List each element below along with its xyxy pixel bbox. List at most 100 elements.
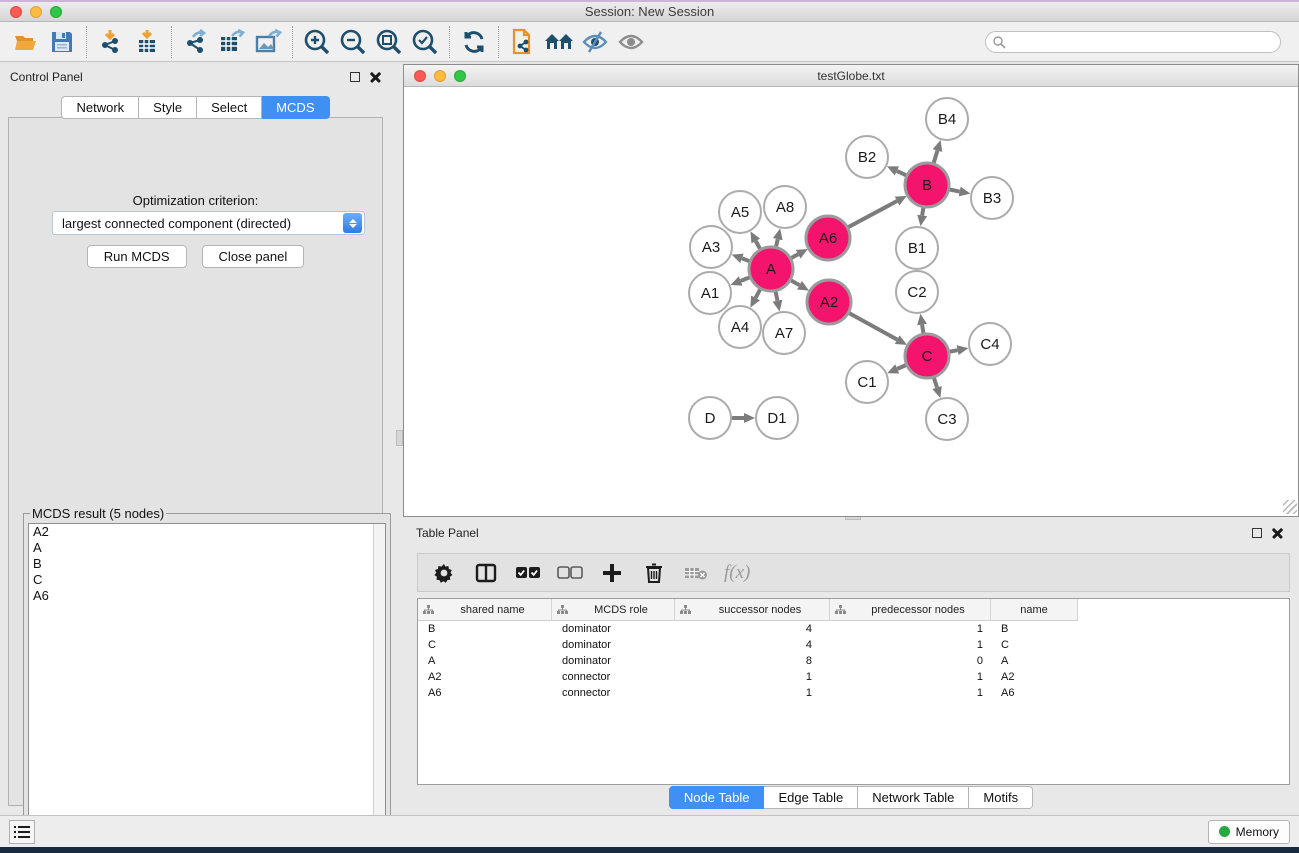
column-header-MCDS-role[interactable]: MCDS role	[552, 599, 675, 621]
tab-style[interactable]: Style	[139, 96, 197, 119]
edge-C-C2[interactable]	[922, 325, 923, 334]
first-neighbors-button[interactable]	[541, 25, 577, 59]
node-A8[interactable]: A8	[764, 186, 806, 228]
hide-selected-button[interactable]	[577, 25, 613, 59]
export-table-button[interactable]	[214, 25, 250, 59]
node-D1[interactable]: D1	[756, 397, 798, 439]
criterion-dropdown[interactable]: largest connected component (directed)	[52, 211, 365, 235]
node-D[interactable]: D	[689, 397, 731, 439]
import-network-button[interactable]	[93, 25, 129, 59]
column-header-shared-name[interactable]: shared name	[418, 599, 552, 621]
close-table-panel-icon[interactable]	[1272, 528, 1283, 539]
node-A5[interactable]: A5	[719, 191, 761, 233]
zoom-out-button[interactable]	[335, 25, 371, 59]
network-canvas[interactable]: B4B2BB3B1A5A8A6A3AA1A4A7A2C2CC4C1C3DD1	[406, 88, 1296, 513]
delete-column-button[interactable]	[640, 559, 668, 587]
refresh-layout-button[interactable]	[456, 25, 492, 59]
edge-A-A5[interactable]	[756, 241, 760, 249]
edge-C-C3[interactable]	[934, 378, 937, 388]
table-row[interactable]: Bdominator41B	[418, 621, 1289, 637]
edge-B-B3[interactable]	[950, 190, 960, 192]
network-window-controls[interactable]	[414, 70, 466, 82]
tab-motifs[interactable]: Motifs	[969, 786, 1033, 809]
node-B2[interactable]: B2	[846, 136, 888, 178]
edge-A6-B[interactable]	[848, 201, 897, 227]
edge-A-A6[interactable]	[791, 254, 798, 258]
node-B3[interactable]: B3	[971, 177, 1013, 219]
column-header-predecessor-nodes[interactable]: predecessor nodes	[830, 599, 991, 621]
node-A2[interactable]: A2	[807, 280, 851, 324]
edge-A-A2[interactable]	[791, 280, 799, 285]
tab-network-table[interactable]: Network Table	[858, 786, 969, 809]
task-history-button[interactable]	[9, 820, 35, 844]
tab-edge-table[interactable]: Edge Table	[764, 786, 858, 809]
node-B[interactable]: B	[905, 163, 949, 207]
mcds-result-item[interactable]: B	[29, 556, 385, 572]
node-A7[interactable]: A7	[763, 312, 805, 354]
window-resize-grip[interactable]	[1283, 500, 1297, 514]
node-A1[interactable]: A1	[689, 272, 731, 314]
mcds-result-item[interactable]: A6	[29, 588, 385, 604]
edge-A2-C[interactable]	[849, 313, 897, 339]
select-all-button[interactable]	[514, 559, 542, 587]
zoom-in-button[interactable]	[299, 25, 335, 59]
zoom-window-button[interactable]	[50, 6, 62, 18]
mcds-result-item[interactable]: A2	[29, 524, 385, 540]
node-B1[interactable]: B1	[896, 227, 938, 269]
edge-C-C4[interactable]	[950, 350, 958, 352]
edge-B-B4[interactable]	[934, 151, 938, 163]
node-B4[interactable]: B4	[926, 98, 968, 140]
vertical-divider-handle[interactable]	[396, 430, 403, 446]
tab-mcds[interactable]: MCDS	[262, 96, 329, 119]
node-C2[interactable]: C2	[896, 271, 938, 313]
node-A4[interactable]: A4	[719, 306, 761, 348]
zoom-network-window-button[interactable]	[454, 70, 466, 82]
edge-A-A3[interactable]	[742, 258, 749, 261]
node-A[interactable]: A	[749, 247, 793, 291]
result-scrollbar[interactable]	[373, 524, 385, 848]
edge-C-C1[interactable]	[897, 365, 906, 369]
edge-A-A4[interactable]	[756, 289, 761, 298]
table-row[interactable]: A2connector11A2	[418, 669, 1289, 685]
tab-select[interactable]: Select	[197, 96, 262, 119]
close-panel-button[interactable]: Close panel	[202, 245, 305, 268]
edge-B-B2[interactable]	[897, 171, 906, 175]
network-from-selection-button[interactable]	[505, 25, 541, 59]
network-graph[interactable]: B4B2BB3B1A5A8A6A3AA1A4A7A2C2CC4C1C3DD1	[406, 88, 1298, 515]
mcds-result-item[interactable]: C	[29, 572, 385, 588]
edge-B-B1[interactable]	[922, 208, 923, 216]
open-session-button[interactable]	[8, 25, 44, 59]
close-window-button[interactable]	[10, 6, 22, 18]
export-network-button[interactable]	[178, 25, 214, 59]
edge-A-A1[interactable]	[741, 277, 750, 280]
close-network-window-button[interactable]	[414, 70, 426, 82]
zoom-fit-button[interactable]	[371, 25, 407, 59]
close-panel-icon[interactable]	[370, 72, 381, 83]
minimize-network-window-button[interactable]	[434, 70, 446, 82]
deselect-all-button[interactable]	[556, 559, 584, 587]
window-controls[interactable]	[10, 6, 62, 18]
create-column-button[interactable]	[598, 559, 626, 587]
node-A3[interactable]: A3	[690, 226, 732, 268]
column-header-successor-nodes[interactable]: successor nodes	[675, 599, 830, 621]
node-table[interactable]: shared nameMCDS rolesuccessor nodesprede…	[417, 598, 1290, 785]
node-C[interactable]: C	[905, 334, 949, 378]
node-A6[interactable]: A6	[806, 216, 850, 260]
function-builder-button[interactable]: f(x)	[724, 559, 750, 587]
toggle-column-view-button[interactable]	[472, 559, 500, 587]
export-image-button[interactable]	[250, 25, 286, 59]
delete-table-button[interactable]	[682, 559, 710, 587]
save-session-button[interactable]	[44, 25, 80, 59]
table-row[interactable]: Adominator80A	[418, 653, 1289, 669]
edge-A-A8[interactable]	[776, 239, 778, 246]
run-mcds-button[interactable]: Run MCDS	[87, 245, 187, 268]
node-C4[interactable]: C4	[969, 323, 1011, 365]
edge-A-A7[interactable]	[776, 292, 778, 301]
table-row[interactable]: A6connector11A6	[418, 685, 1289, 701]
float-panel-icon[interactable]	[350, 72, 360, 82]
zoom-selected-button[interactable]	[407, 25, 443, 59]
float-table-panel-icon[interactable]	[1252, 528, 1262, 538]
show-all-button[interactable]	[613, 25, 649, 59]
tab-network[interactable]: Network	[61, 96, 139, 119]
mcds-result-item[interactable]: A	[29, 540, 385, 556]
